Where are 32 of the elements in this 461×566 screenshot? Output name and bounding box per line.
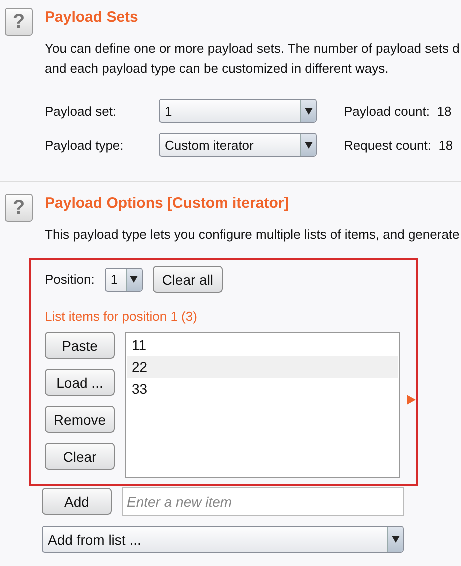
- dropdown[interactable]: Custom iterator: [159, 133, 317, 157]
- help-button[interactable]: ?: [5, 8, 33, 36]
- list-item[interactable]: 33: [127, 378, 398, 400]
- description-text: You can define one or more payload sets. The number of payload sets d: [45, 40, 461, 58]
- new-item-field[interactable]: Enter a new item: [122, 487, 404, 516]
- dropdown-arrow-icon: [130, 276, 138, 283]
- list-heading: List items for position 1 (3): [45, 309, 198, 324]
- position-label: Position:: [45, 272, 95, 287]
- description-text: and each payload type can be customized in different ways.: [45, 60, 390, 78]
- field-label: Payload type:: [45, 138, 125, 152]
- add-button[interactable]: Add: [42, 488, 112, 515]
- dropdown[interactable]: 1: [159, 99, 317, 123]
- help-button[interactable]: ?: [5, 194, 33, 222]
- dropdown-arrow-icon: [304, 108, 312, 114]
- position-dropdown[interactable]: 1: [104, 268, 143, 292]
- list-action-button[interactable]: Clear: [45, 443, 115, 470]
- clear-all-button[interactable]: Clear all: [152, 266, 223, 293]
- count-text: Request count: 18: [344, 138, 454, 152]
- count-text: Payload count: 18: [344, 104, 453, 118]
- list-item[interactable]: 22: [127, 356, 398, 378]
- section-title: Payload Sets: [45, 9, 140, 27]
- list-action-button[interactable]: Load ...: [45, 369, 115, 396]
- dropdown-arrow-icon: [392, 536, 400, 543]
- list-action-button[interactable]: Paste: [45, 332, 115, 359]
- dropdown-arrow-icon: [304, 142, 312, 148]
- description-text: This payload type lets you configure multiple lists of items, and generate: [45, 226, 461, 244]
- section-title: Payload Options [Custom iterator]: [45, 195, 290, 213]
- expand-arrow-icon[interactable]: [407, 395, 416, 405]
- list-item[interactable]: 11: [127, 334, 398, 356]
- field-label: Payload set:: [45, 104, 118, 118]
- list-action-button[interactable]: Remove: [45, 406, 115, 433]
- add-from-list-dropdown[interactable]: Add from list ...: [42, 526, 404, 553]
